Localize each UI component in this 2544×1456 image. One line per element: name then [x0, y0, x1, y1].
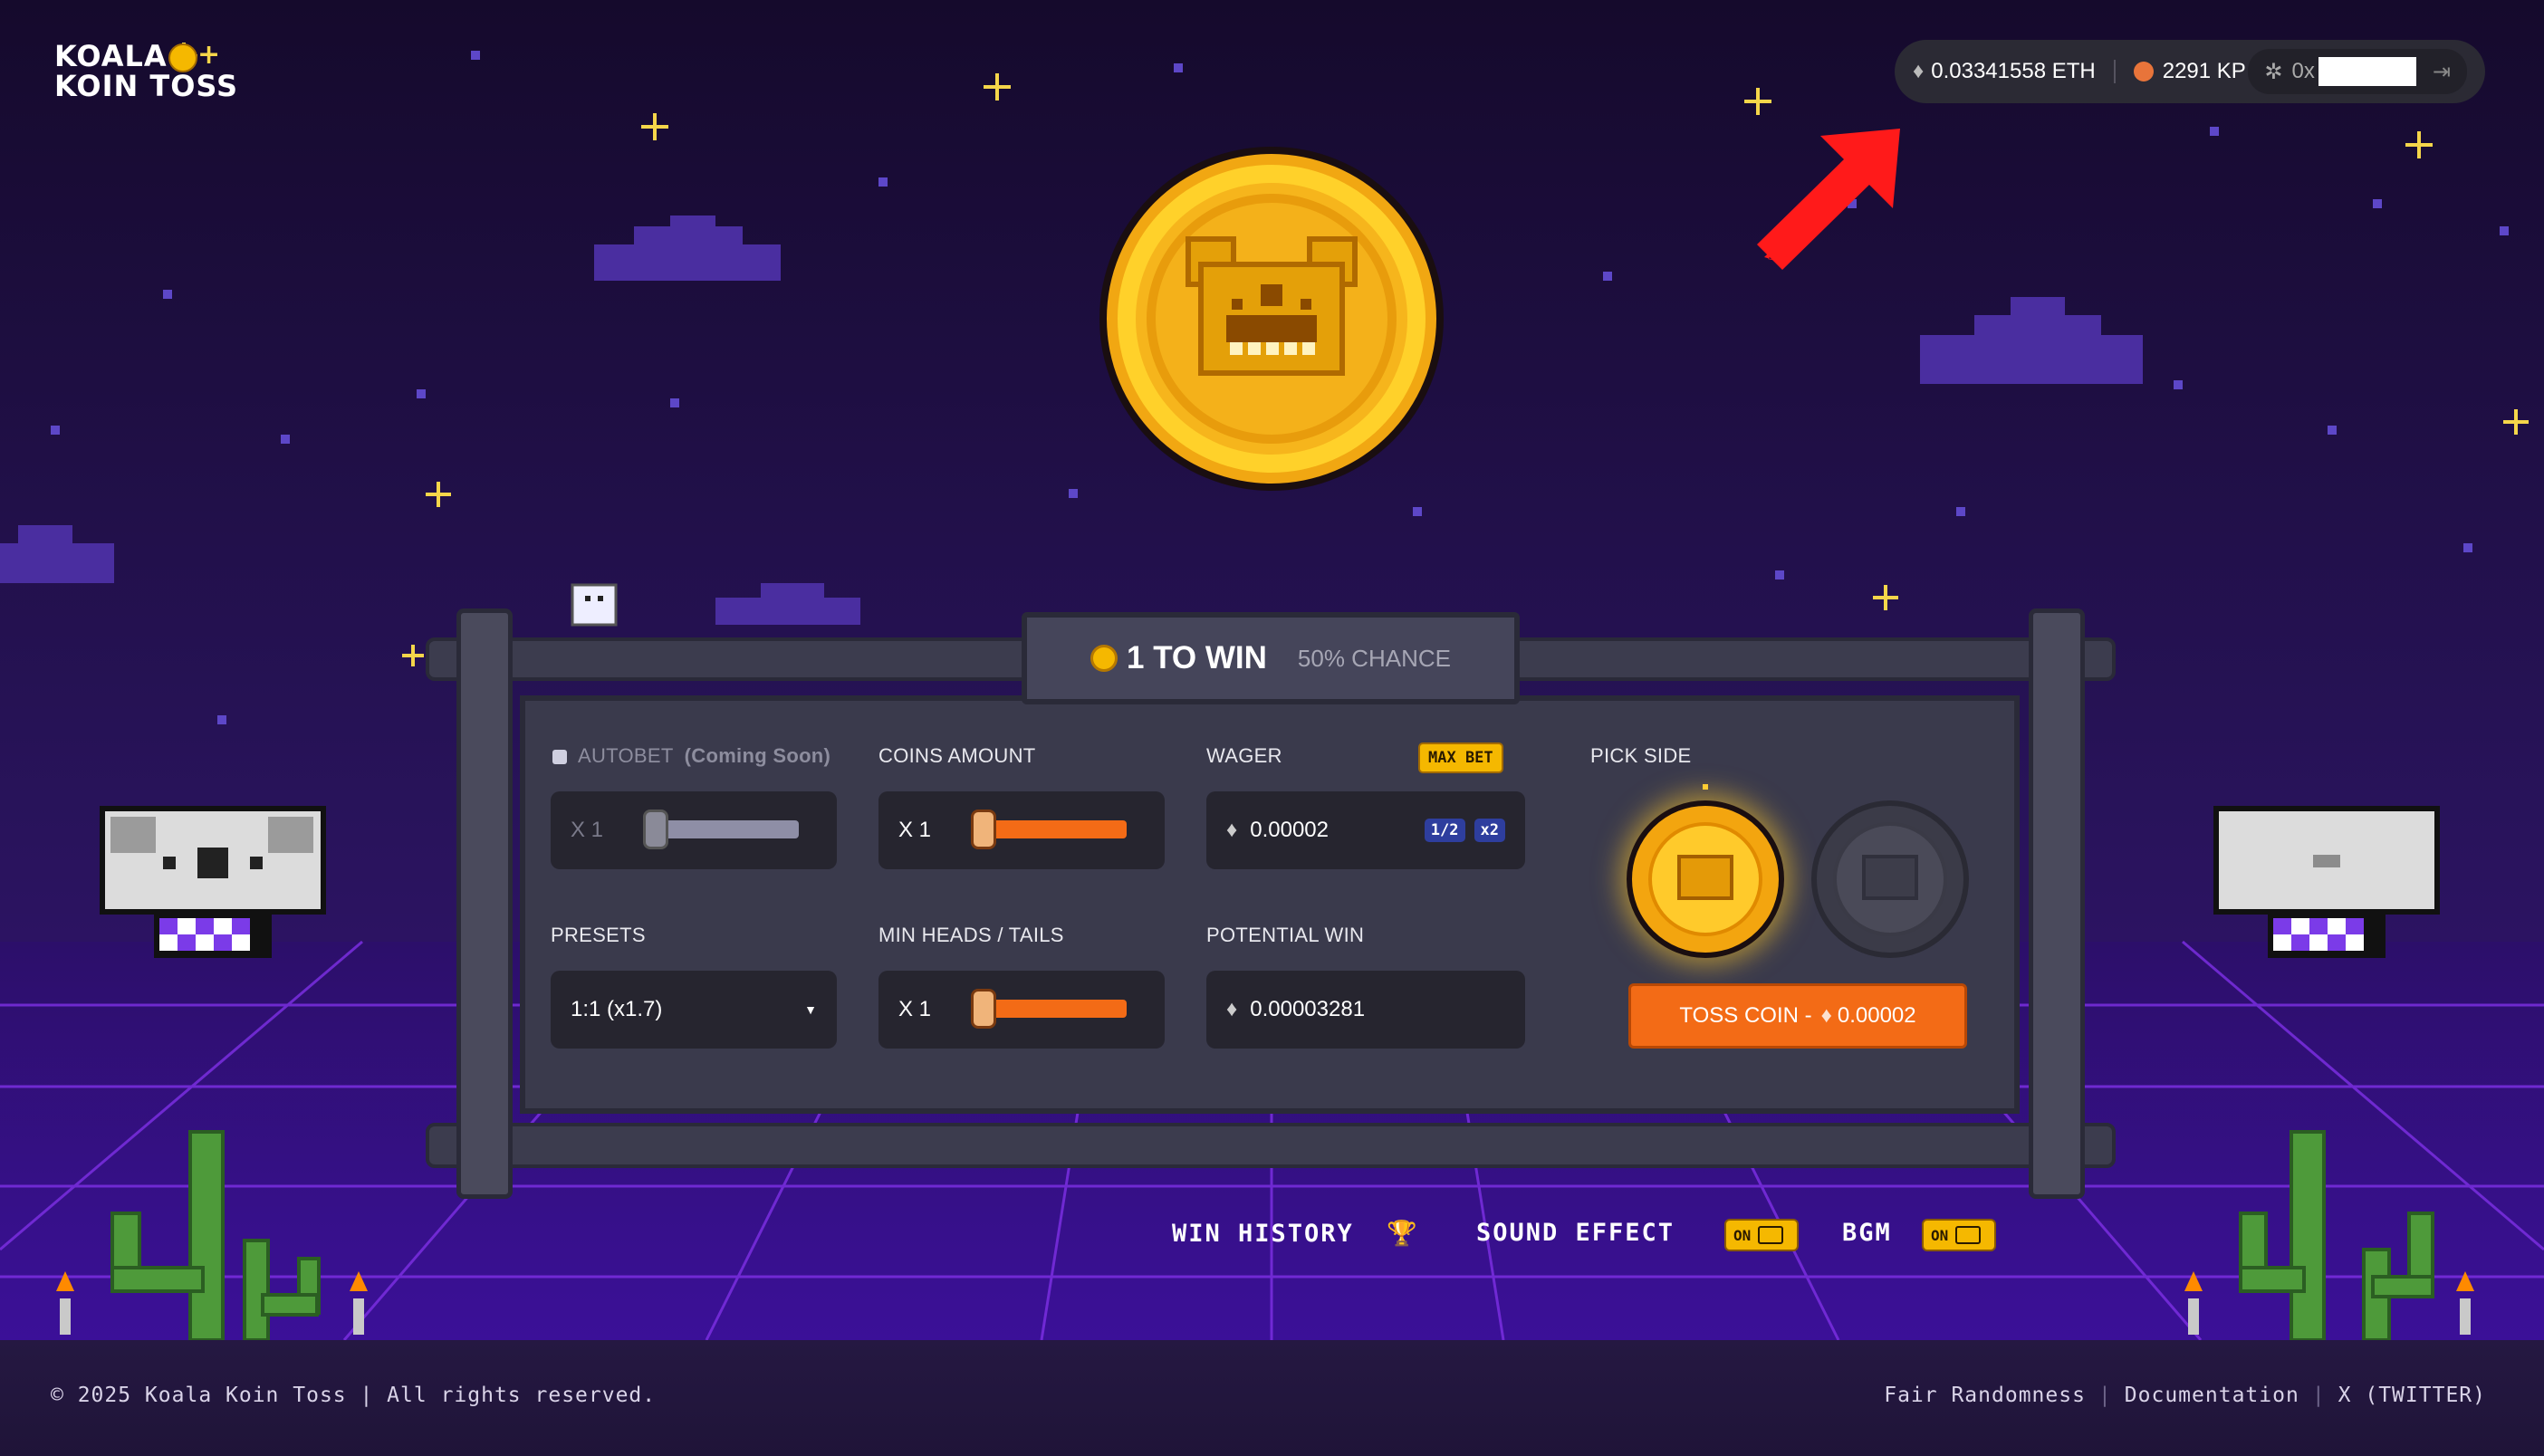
footer-divider: | — [2098, 1384, 2112, 1407]
eth-icon: ♦ — [1226, 997, 1238, 1021]
bgm-label: BGM — [1842, 1219, 1892, 1247]
game-title-tab: 1 TO WIN 50% CHANCE — [1022, 612, 1520, 704]
min-heads-tails-slider-knob[interactable] — [971, 989, 996, 1029]
autobet-text: AUTOBET — [578, 744, 674, 767]
game-title: 1 TO WIN — [1127, 640, 1267, 675]
eth-balance: 0.03341558 ETH — [1931, 59, 2096, 83]
sound-toggle-state: ON — [1733, 1226, 1752, 1244]
sound-effect-label: SOUND EFFECT — [1476, 1219, 1675, 1247]
bgm-toggle[interactable]: ON — [1922, 1219, 1996, 1251]
autobet-label: AUTOBET (Coming Soon) — [552, 744, 830, 768]
autobet-slider-track[interactable] — [659, 820, 799, 838]
autobet-checkbox[interactable] — [552, 750, 567, 764]
footer-divider: | — [2311, 1384, 2326, 1407]
half-wager-button[interactable]: 1/2 — [1424, 819, 1465, 842]
sparkle-logo-icon: + — [197, 39, 222, 71]
autobet-multiplier: X 1 — [571, 818, 604, 842]
logo-line-2: KOIN TOSS — [54, 69, 239, 103]
sound-effect-toggle[interactable]: ON — [1724, 1219, 1799, 1251]
footer-links: Fair Randomness | Documentation | X (TWI… — [1884, 1384, 2486, 1407]
wallet-address-button[interactable]: ✲ 0x ⇥ — [2248, 49, 2467, 94]
fair-randomness-link[interactable]: Fair Randomness — [1884, 1384, 2086, 1407]
board-right-post — [2029, 608, 2085, 1199]
wager-value: 0.00002 — [1250, 818, 1330, 842]
toggle-icon — [1955, 1226, 1982, 1244]
selected-indicator-icon — [1703, 784, 1708, 790]
eth-icon: ♦ — [1913, 59, 1925, 83]
app-logo[interactable]: KOALA KOIN TOSS + — [54, 42, 238, 101]
kp-balance: 2291 KP — [2162, 59, 2246, 83]
game-subtitle: 50% CHANCE — [1297, 644, 1451, 672]
wallet-bar: ♦ 0.03341558 ETH 2291 KP ✲ 0x ⇥ — [1895, 40, 2485, 103]
autobet-slider-knob[interactable] — [643, 809, 668, 849]
wallet-avatar-icon: ✲ — [2264, 59, 2283, 84]
trophy-icon: 🏆 — [1387, 1220, 1419, 1248]
copyright-text: © 2025 Koala Koin Toss | All rights rese… — [51, 1384, 657, 1407]
presets-selected: 1:1 (x1.7) — [571, 997, 663, 1021]
twitter-link[interactable]: X (TWITTER) — [2338, 1384, 2486, 1407]
presets-label: PRESETS — [551, 924, 646, 946]
potential-win-label: POTENTIAL WIN — [1206, 924, 1365, 946]
min-heads-tails-multiplier: X 1 — [898, 997, 932, 1021]
pick-side-label: PICK SIDE — [1590, 744, 1692, 767]
heads-coin-button[interactable] — [1627, 800, 1784, 958]
autobet-note: (Coming Soon) — [684, 744, 831, 767]
koala-face-icon — [1862, 855, 1918, 900]
logout-icon[interactable]: ⇥ — [2433, 59, 2451, 85]
max-bet-button[interactable]: MAX BET — [1418, 742, 1503, 773]
min-heads-tails-slider-track[interactable] — [987, 1000, 1127, 1018]
documentation-link[interactable]: Documentation — [2125, 1384, 2299, 1407]
toss-coin-label: TOSS COIN - — [1679, 1003, 1812, 1028]
toss-coin-amount: 0.00002 — [1837, 1003, 1916, 1028]
presets-select[interactable]: 1:1 (x1.7) ▼ — [551, 971, 837, 1049]
kp-coin-icon — [2133, 62, 2154, 81]
win-history-label: WIN HISTORY — [1172, 1220, 1354, 1248]
min-heads-tails-label: MIN HEADS / TAILS — [878, 924, 1064, 946]
potential-win-field: ♦ 0.00003281 — [1206, 971, 1525, 1049]
coins-multiplier: X 1 — [898, 818, 932, 842]
win-history-link[interactable]: WIN HISTORY 🏆 — [1172, 1219, 1419, 1248]
toss-coin-button[interactable]: TOSS COIN - ♦ 0.00002 — [1628, 983, 1967, 1049]
wallet-address: 0x — [2291, 59, 2315, 83]
eth-icon: ♦ — [1226, 818, 1238, 842]
eth-icon: ♦ — [1820, 1003, 1832, 1028]
coin-logo-icon — [168, 43, 197, 72]
coins-amount-label: COINS AMOUNT — [878, 744, 1036, 767]
bgm-toggle-state: ON — [1931, 1226, 1949, 1244]
toggle-icon — [1758, 1226, 1784, 1244]
coin-icon — [1090, 645, 1118, 672]
koala-face-icon — [1677, 855, 1733, 900]
double-wager-button[interactable]: x2 — [1474, 819, 1505, 842]
potential-win-value: 0.00003281 — [1250, 997, 1366, 1021]
address-redaction — [2318, 57, 2416, 86]
chevron-down-icon: ▼ — [804, 1002, 817, 1017]
tails-coin-button[interactable] — [1811, 800, 1969, 958]
wager-label: WAGER — [1206, 744, 1282, 767]
coins-slider-knob[interactable] — [971, 809, 996, 849]
board-bottom-rail — [426, 1123, 2116, 1168]
board-left-post — [456, 608, 513, 1199]
divider — [2113, 60, 2116, 83]
wager-input[interactable]: ♦ 0.00002 1/2 x2 — [1206, 791, 1525, 869]
coins-slider-track[interactable] — [987, 820, 1127, 838]
